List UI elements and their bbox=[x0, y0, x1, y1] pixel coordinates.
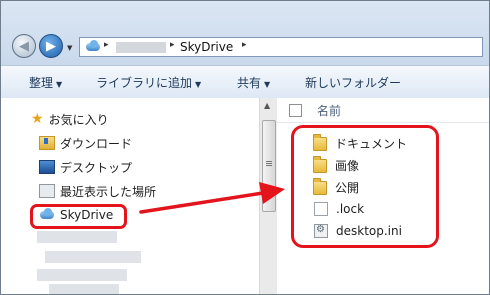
blurred-item bbox=[37, 269, 127, 281]
recent-pages-dropdown[interactable]: ▼ bbox=[67, 44, 72, 52]
column-header-name[interactable]: 名前 bbox=[317, 102, 341, 119]
navigation-bar: ◀ ▶ ▼ ▸ ▸ SkyDrive ▸ bbox=[1, 1, 489, 65]
star-icon: ★ bbox=[31, 111, 44, 127]
share-label: 共有 bbox=[237, 76, 262, 90]
add-to-library-label: ライブラリに追加 bbox=[96, 76, 193, 90]
address-bar[interactable]: ▸ ▸ SkyDrive ▸ bbox=[79, 37, 483, 57]
blurred-item bbox=[37, 231, 117, 243]
breadcrumb-separator-icon[interactable]: ▸ bbox=[170, 40, 175, 50]
download-folder-icon bbox=[39, 136, 55, 150]
command-bar: 整理 ▼ ライブラリに追加 ▼ 共有 ▼ 新しいフォルダー bbox=[1, 65, 489, 99]
add-to-library-button[interactable]: ライブラリに追加 ▼ bbox=[96, 74, 201, 91]
select-all-checkbox[interactable] bbox=[289, 104, 302, 117]
column-header-row: 名前 bbox=[277, 98, 489, 123]
recent-places-icon bbox=[39, 184, 55, 198]
forward-arrow-icon: ▶ bbox=[46, 38, 56, 54]
skydrive-icon bbox=[85, 40, 101, 52]
sidebar-item-desktop[interactable]: デスクトップ bbox=[39, 157, 132, 177]
sidebar-favorites-header[interactable]: ★ お気に入り bbox=[31, 109, 109, 129]
navigation-pane: ★ お気に入り ダウンロード デスクトップ 最近表示した場所 SkyDrive bbox=[1, 98, 259, 294]
breadcrumb-separator-icon[interactable]: ▸ bbox=[242, 40, 247, 50]
blurred-item bbox=[49, 284, 119, 294]
chevron-down-icon: ▼ bbox=[264, 80, 271, 89]
scrollbar-thumb[interactable] bbox=[262, 120, 276, 212]
organize-button[interactable]: 整理 ▼ bbox=[29, 74, 62, 91]
blurred-item bbox=[45, 251, 141, 263]
sidebar-item-recent-places[interactable]: 最近表示した場所 bbox=[39, 181, 156, 201]
sidebar-item-label: 最近表示した場所 bbox=[60, 184, 157, 199]
scroll-up-icon[interactable]: ▲ bbox=[264, 101, 270, 110]
sidebar-item-label: デスクトップ bbox=[60, 160, 133, 175]
grip-icon bbox=[266, 161, 272, 162]
desktop-icon bbox=[39, 160, 55, 174]
forward-button[interactable]: ▶ bbox=[39, 34, 63, 58]
organize-label: 整理 bbox=[29, 76, 54, 90]
breadcrumb-skydrive[interactable]: SkyDrive bbox=[180, 40, 233, 54]
back-arrow-icon: ◀ bbox=[19, 38, 29, 54]
chevron-down-icon: ▼ bbox=[195, 80, 202, 89]
sidebar-item-label: お気に入り bbox=[48, 112, 109, 127]
explorer-window: ◀ ▶ ▼ ▸ ▸ SkyDrive ▸ 整理 ▼ ライブラリに追加 ▼ 共有 ▼ 新… bbox=[0, 0, 490, 295]
sidebar-item-downloads[interactable]: ダウンロード bbox=[39, 133, 132, 153]
navigation-scrollbar[interactable]: ▲ bbox=[259, 98, 277, 294]
sidebar-item-label: ダウンロード bbox=[60, 136, 133, 151]
breadcrumb-separator-icon[interactable]: ▸ bbox=[104, 40, 109, 50]
new-folder-label: 新しいフォルダー bbox=[305, 76, 402, 90]
highlight-skydrive-box bbox=[30, 204, 127, 229]
blurred-breadcrumb[interactable] bbox=[116, 42, 166, 53]
chevron-down-icon: ▼ bbox=[56, 80, 63, 89]
share-button[interactable]: 共有 ▼ bbox=[237, 74, 270, 91]
back-button[interactable]: ◀ bbox=[12, 34, 36, 58]
highlight-files-box bbox=[291, 125, 439, 248]
new-folder-button[interactable]: 新しいフォルダー bbox=[305, 74, 401, 91]
